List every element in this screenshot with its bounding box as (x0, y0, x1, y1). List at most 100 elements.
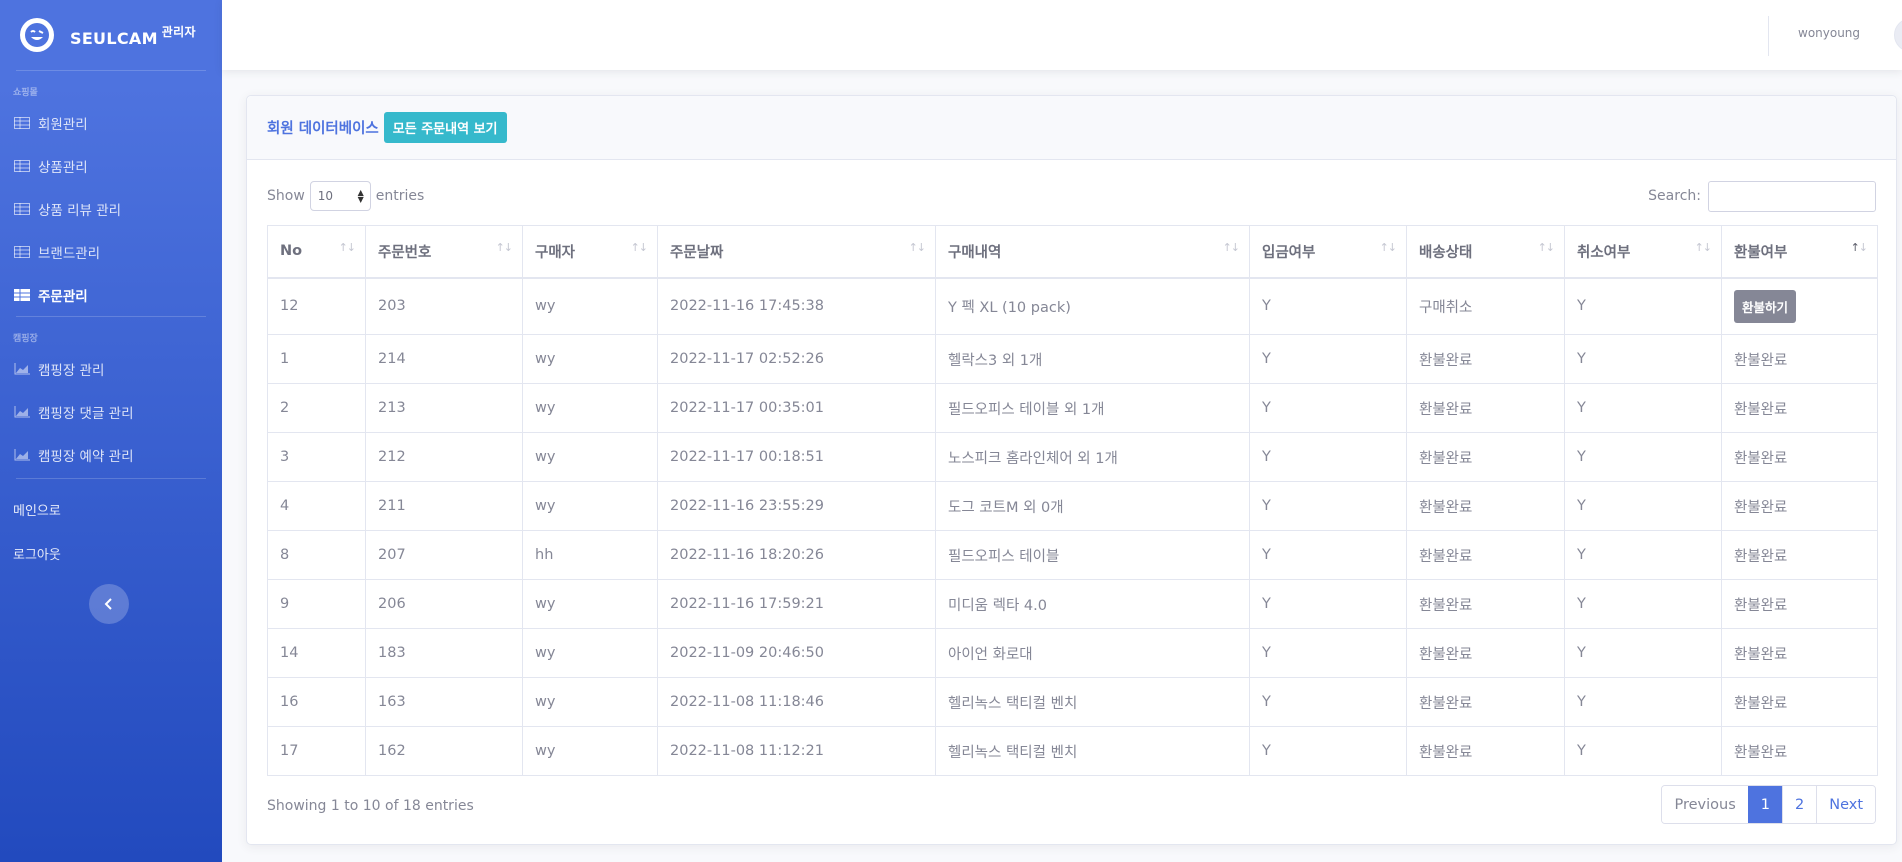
sidebar-link-logout[interactable]: 로그아웃 (0, 531, 222, 575)
user-name[interactable]: wonyoung (1798, 26, 1860, 40)
column-header-order-number[interactable]: 주문번호 ↑↓ (365, 225, 523, 279)
pagination-previous[interactable]: Previous (1662, 786, 1748, 823)
cell-order-number: 213 (365, 383, 523, 433)
table-row: 4 211 wy 2022-11-16 23:55:29 도그 코트M 외 0개… (267, 481, 1878, 531)
cell-shipping: 구매취소 (1406, 277, 1565, 335)
column-header-buyer[interactable]: 구매자 ↑↓ (522, 225, 658, 279)
table-controls: Show 10 ▲ ▼ entries Search: (267, 180, 1876, 212)
cell-order-number: 163 (365, 677, 523, 727)
cell-paid: Y (1249, 628, 1407, 678)
sidebar-link-main[interactable]: 메인으로 (0, 487, 222, 531)
sidebar-divider (16, 478, 206, 479)
cell-paid: Y (1249, 383, 1407, 433)
column-header-paid[interactable]: 입금여부 ↑↓ (1249, 225, 1407, 279)
chevron-left-icon (104, 598, 112, 610)
cell-buyer: wy (522, 334, 658, 384)
sidebar-item-orders[interactable]: 주문관리 (0, 273, 222, 316)
cell-no: 12 (267, 277, 366, 335)
cell-refund: 환불완료 (1721, 726, 1878, 776)
sidebar-item-brands[interactable]: 브랜드관리 (0, 230, 222, 273)
cell-cancel: Y (1564, 334, 1722, 384)
cell-order-date: 2022-11-09 20:46:50 (657, 628, 936, 678)
sidebar-item-label: 캠핑장 관리 (38, 362, 105, 379)
cell-buyer: wy (522, 383, 658, 433)
table-icon (14, 159, 30, 172)
cell-buyer: wy (522, 432, 658, 482)
sidebar-toggle-button[interactable] (89, 584, 129, 624)
cell-order-number: 211 (365, 481, 523, 531)
refund-button[interactable]: 환불하기 (1734, 289, 1797, 323)
cell-buyer: wy (522, 277, 658, 335)
cell-shipping: 환불완료 (1406, 383, 1565, 433)
cell-cancel: Y (1564, 432, 1722, 482)
topbar: wonyoung C (222, 0, 1902, 70)
cell-paid: Y (1249, 277, 1407, 335)
cell-shipping: 환불완료 (1406, 334, 1565, 384)
sidebar-item-product-reviews[interactable]: 상품 리뷰 관리 (0, 187, 222, 230)
pagination-next[interactable]: Next (1816, 786, 1875, 823)
cell-shipping: 환불완료 (1406, 530, 1565, 580)
cell-refund: 환불완료 (1721, 579, 1878, 629)
sidebar-item-products[interactable]: 상품관리 (0, 144, 222, 187)
cell-order-number: 214 (365, 334, 523, 384)
cell-order-date: 2022-11-16 18:20:26 (657, 530, 936, 580)
column-header-no[interactable]: No ↑↓ (267, 225, 366, 279)
cell-order-date: 2022-11-16 23:55:29 (657, 481, 936, 531)
cell-order-number: 183 (365, 628, 523, 678)
cell-paid: Y (1249, 481, 1407, 531)
cell-items: 헬락스3 외 1개 (935, 334, 1250, 384)
table-row: 12 203 wy 2022-11-16 17:45:38 Y 펙 XL (10… (267, 277, 1878, 335)
sidebar: SEULCAM 관리자 쇼핑몰 회원관리 상품관리 상품 리뷰 관리 브랜드관리 … (0, 0, 222, 862)
cell-cancel: Y (1564, 530, 1722, 580)
column-header-shipping[interactable]: 배송상태 ↑↓ (1406, 225, 1565, 279)
cell-refund: 환불완료 (1721, 383, 1878, 433)
cell-refund: 환불완료 (1721, 481, 1878, 531)
column-header-cancel[interactable]: 취소여부 ↑↓ (1564, 225, 1722, 279)
sidebar-heading-camp: 캠핑장 (13, 334, 38, 344)
cell-paid: Y (1249, 432, 1407, 482)
cell-shipping: 환불완료 (1406, 481, 1565, 531)
table-row: 17 162 wy 2022-11-08 11:12:21 헬리녹스 택티컬 벤… (267, 726, 1878, 776)
cell-refund: 환불하기 (1721, 277, 1878, 335)
avatar[interactable]: C (1894, 18, 1902, 52)
sort-icon: ↑↓ (1379, 241, 1397, 254)
cell-no: 14 (267, 628, 366, 678)
sidebar-item-camp-manage[interactable]: 캠핑장 관리 (0, 347, 222, 390)
cell-shipping: 환불완료 (1406, 432, 1565, 482)
table-row: 8 207 hh 2022-11-16 18:20:26 필드오피스 테이블 Y… (267, 530, 1878, 580)
cell-order-date: 2022-11-17 02:52:26 (657, 334, 936, 384)
cell-refund: 환불완료 (1721, 334, 1878, 384)
table-info: Showing 1 to 10 of 18 entries (267, 798, 474, 814)
sort-icon: ↑↓ (630, 241, 648, 254)
cell-paid: Y (1249, 334, 1407, 384)
cell-buyer: wy (522, 726, 658, 776)
search-input[interactable] (1708, 180, 1876, 212)
sidebar-item-label: 회원관리 (38, 116, 88, 133)
cell-buyer: hh (522, 530, 658, 580)
cell-refund: 환불완료 (1721, 677, 1878, 727)
orders-table: No ↑↓ 주문번호 ↑↓ 구매자 ↑↓ 주문날짜 ↑↓ 구매내역 ↑↓ 입금여부 ↑↓ 배… (267, 225, 1878, 776)
view-all-orders-button[interactable]: 모든 주문내역 보기 (383, 112, 507, 143)
pagination-page-1[interactable]: 1 (1747, 786, 1782, 823)
sidebar-item-label: 캠핑장 예약 관리 (38, 448, 134, 465)
brand-name: SEULCAM 관리자 (70, 24, 196, 48)
cell-no: 4 (267, 481, 366, 531)
sidebar-item-label: 주문관리 (38, 288, 88, 305)
cell-refund: 환불완료 (1721, 432, 1878, 482)
chart-area-icon (14, 405, 30, 418)
entries-select[interactable]: 10 ▲ ▼ (309, 181, 371, 211)
brand[interactable]: SEULCAM 관리자 (0, 0, 222, 70)
cell-paid: Y (1249, 726, 1407, 776)
card-header: 회원 데이터베이스 모든 주문내역 보기 (247, 96, 1896, 160)
column-header-items[interactable]: 구매내역 ↑↓ (935, 225, 1250, 279)
column-header-refund[interactable]: 환불여부 ↑↓ (1721, 225, 1878, 279)
sidebar-item-label: 브랜드관리 (38, 245, 101, 262)
cell-refund: 환불완료 (1721, 530, 1878, 580)
pagination-page-2[interactable]: 2 (1781, 786, 1817, 823)
column-header-order-date[interactable]: 주문날짜 ↑↓ (657, 225, 936, 279)
cell-no: 17 (267, 726, 366, 776)
card-title: 회원 데이터베이스 (267, 121, 379, 137)
sidebar-item-members[interactable]: 회원관리 (0, 101, 222, 144)
sidebar-item-camp-reservations[interactable]: 캠핑장 예약 관리 (0, 433, 222, 476)
sidebar-item-camp-comments[interactable]: 캠핑장 댓글 관리 (0, 390, 222, 433)
